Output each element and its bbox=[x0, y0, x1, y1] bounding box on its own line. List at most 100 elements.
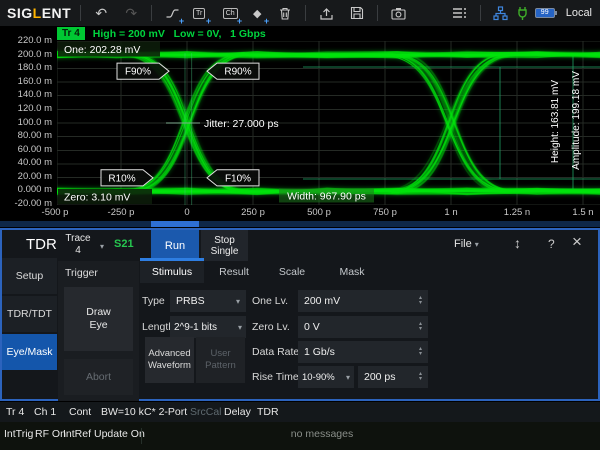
tdr-control-panel: TDR Trace 4 ▾ S21 Run Stop Single File ▾… bbox=[0, 228, 600, 401]
type-label: Type bbox=[142, 295, 165, 307]
spinner-icons[interactable]: ▴▾ bbox=[419, 347, 422, 357]
draw-line2: Eye bbox=[89, 319, 107, 332]
status-delay[interactable]: Delay bbox=[224, 406, 251, 418]
oscilloscope-screen: SIGLENT ↶ ↷ + Tr + Ch + ◆+ bbox=[0, 0, 600, 450]
tab-stimulus[interactable]: Stimulus bbox=[140, 258, 204, 283]
horizontal-scrollbar[interactable] bbox=[0, 221, 600, 227]
user-pattern-button[interactable]: User Pattern bbox=[196, 337, 245, 383]
type-dropdown[interactable]: PRBS ▾ bbox=[170, 290, 246, 312]
plot-annotation: Zero: 3.10 mV bbox=[64, 191, 130, 203]
plot-annotation: F10% bbox=[225, 173, 251, 184]
tab-mask[interactable]: Mask bbox=[320, 258, 384, 283]
tab-result[interactable]: Result bbox=[204, 258, 264, 283]
rise-time-label: Rise Time bbox=[252, 371, 299, 383]
status-trace[interactable]: Tr 4 bbox=[6, 406, 24, 418]
plot-annotation: Amplitude: 199.18 mV bbox=[571, 71, 582, 170]
advanced-waveform-button[interactable]: Advanced Waveform bbox=[145, 337, 194, 383]
status-srccal[interactable]: SrcCal bbox=[190, 406, 222, 418]
status-intref[interactable]: IntRef bbox=[63, 428, 91, 440]
file-label: File bbox=[454, 238, 472, 250]
siglent-logo: SIGLENT bbox=[7, 5, 71, 21]
status-update[interactable]: Update On bbox=[94, 428, 145, 440]
x-axis-tick: 250 p bbox=[223, 207, 283, 218]
zero-level-input[interactable]: 0 V ▴▾ bbox=[298, 316, 428, 338]
status-rf[interactable]: RF On bbox=[35, 428, 66, 440]
one-level-value: 200 mV bbox=[304, 295, 340, 307]
trace-selector-dropdown[interactable]: Trace 4 ▾ bbox=[58, 233, 98, 257]
ch-glyph: Ch bbox=[223, 8, 238, 19]
y-axis-tick: 40.00 m bbox=[0, 157, 52, 168]
trace-badge[interactable]: Tr 4 bbox=[57, 27, 85, 40]
status-tdr[interactable]: TDR bbox=[257, 406, 279, 418]
save-icon[interactable] bbox=[346, 2, 368, 24]
battery-icon[interactable]: 99 bbox=[534, 2, 556, 24]
add-trace-window-icon[interactable]: Tr + bbox=[188, 2, 210, 24]
tab-scale[interactable]: Scale bbox=[264, 258, 320, 283]
rise-time-input[interactable]: 200 ps ▴▾ bbox=[358, 366, 428, 388]
trigger-group: Trigger Draw Eye Abort bbox=[58, 261, 139, 401]
status-bw[interactable]: BW=10 k bbox=[101, 406, 144, 418]
length-dropdown[interactable]: 2^9-1 bits ▾ bbox=[170, 316, 246, 338]
draw-eye-button[interactable]: Draw Eye bbox=[64, 287, 133, 351]
scrollbar-thumb[interactable] bbox=[151, 221, 199, 227]
help-button[interactable]: ? bbox=[548, 237, 555, 251]
one-level-input[interactable]: 200 mV ▴▾ bbox=[298, 290, 428, 312]
menu-icon[interactable] bbox=[449, 2, 471, 24]
rise-time-ref-dropdown[interactable]: 10-90% ▾ bbox=[298, 366, 354, 388]
sidebar-item-tdr-tdt[interactable]: TDR/TDT bbox=[2, 296, 57, 332]
sidebar-item-eye-mask[interactable]: Eye/Mask bbox=[2, 334, 57, 370]
add-marker-icon[interactable]: ◆+ bbox=[246, 2, 268, 24]
plot-annotation: R10% bbox=[108, 173, 135, 184]
plot-annotation: F90% bbox=[125, 67, 151, 78]
add-trace-icon[interactable]: + bbox=[161, 2, 183, 24]
chevron-down-icon: ▾ bbox=[236, 297, 240, 306]
plot-annotation: Height: 163.81 mV bbox=[550, 80, 561, 164]
spin-down-icon[interactable]: ▾ bbox=[419, 377, 422, 382]
status-cal[interactable]: C* 2-Port bbox=[144, 406, 187, 418]
trigger-title: Trigger bbox=[65, 267, 98, 279]
status-cont[interactable]: Cont bbox=[69, 406, 91, 418]
panel-title: TDR bbox=[26, 236, 57, 253]
sidebar-item-setup[interactable]: Setup bbox=[2, 258, 57, 294]
screenshot-icon[interactable] bbox=[387, 2, 409, 24]
load-icon[interactable] bbox=[315, 2, 337, 24]
data-rate-input[interactable]: 1 Gb/s ▴▾ bbox=[298, 341, 428, 363]
undo-icon[interactable]: ↶ bbox=[90, 2, 112, 24]
lan-icon[interactable] bbox=[490, 2, 512, 24]
status-inttrig[interactable]: IntTrig bbox=[4, 428, 33, 440]
x-axis-tick: -250 p bbox=[91, 207, 151, 218]
run-button[interactable]: Run bbox=[151, 230, 199, 261]
spin-down-icon[interactable]: ▾ bbox=[419, 327, 422, 332]
trace-levels-label: High = 200 mV Low = 0V, 1 Gbps bbox=[93, 28, 266, 40]
tr-glyph: Tr bbox=[193, 8, 205, 19]
local-remote-label[interactable]: Local bbox=[566, 7, 592, 19]
add-channel-window-icon[interactable]: Ch + bbox=[219, 2, 241, 24]
zero-level-value: 0 V bbox=[304, 321, 320, 333]
rise-time-value: 200 ps bbox=[364, 371, 396, 383]
plot-annotation: R90% bbox=[224, 67, 251, 78]
divider bbox=[80, 5, 81, 21]
close-icon[interactable]: × bbox=[572, 232, 582, 252]
top-toolbar: SIGLENT ↶ ↷ + Tr + Ch + ◆+ bbox=[0, 0, 600, 26]
spin-down-icon[interactable]: ▾ bbox=[419, 352, 422, 357]
status-channel[interactable]: Ch 1 bbox=[34, 406, 56, 418]
spin-down-icon[interactable]: ▾ bbox=[419, 301, 422, 306]
resize-panel-icon[interactable]: ↕ bbox=[514, 235, 521, 251]
eye-plot[interactable]: One: 202.28 mV Zero: 3.10 mV Jitter: 27.00… bbox=[57, 41, 600, 205]
tab-bar: Stimulus Result Scale Mask bbox=[140, 258, 384, 283]
abort-button[interactable]: Abort bbox=[64, 359, 133, 395]
y-axis-tick: 160.0 m bbox=[0, 76, 52, 87]
data-rate-value: 1 Gb/s bbox=[304, 346, 335, 358]
divider bbox=[141, 428, 142, 444]
stop-single-button[interactable]: Stop Single bbox=[201, 230, 248, 261]
plot-annotation: Jitter: 27.000 ps bbox=[204, 118, 279, 130]
redo-icon[interactable]: ↷ bbox=[120, 2, 142, 24]
spinner-icons[interactable]: ▴▾ bbox=[419, 296, 422, 306]
spinner-icons[interactable]: ▴▾ bbox=[419, 322, 422, 332]
plot-annotation: One: 202.28 mV bbox=[64, 44, 140, 56]
plus-badge: + bbox=[264, 16, 269, 26]
delete-icon[interactable] bbox=[274, 2, 296, 24]
file-menu[interactable]: File ▾ bbox=[454, 238, 479, 250]
spinner-icons[interactable]: ▴▾ bbox=[419, 372, 422, 382]
power-icon[interactable] bbox=[512, 2, 534, 24]
